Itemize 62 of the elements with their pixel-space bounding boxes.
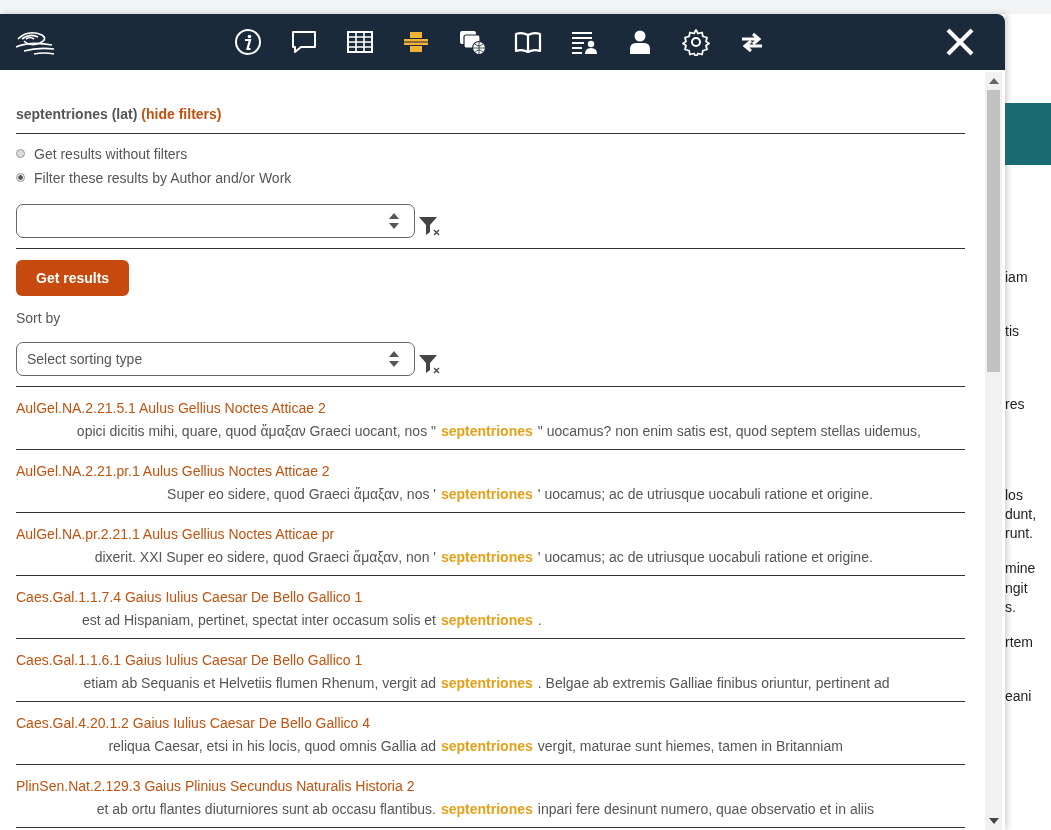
result-link[interactable]: Caes.Gal.1.1.6.1 Gaius Iulius Caesar De Bello Gallico 1 bbox=[16, 651, 965, 669]
keyword-text: septentriones bbox=[441, 674, 533, 692]
query-text: septentriones (lat) bbox=[16, 106, 138, 122]
context-text: vergit, maturae sunt hiemes, tamen in Britanniam bbox=[537, 737, 843, 755]
context-text: inpari fere desinunt numero, quae observatio et in aliis bbox=[537, 800, 874, 818]
text-fragment: mine bbox=[1005, 559, 1037, 578]
text-fragment: dunt, bbox=[1005, 505, 1038, 524]
scroll-up-icon[interactable] bbox=[988, 78, 999, 84]
result-link[interactable]: Caes.Gal.4.20.1.2 Gaius Iulius Caesar De Bello Gallico 4 bbox=[16, 714, 965, 732]
result-link[interactable]: AulGel.NA.2.21.5.1 Aulus Gellius Noctes Atticae 2 bbox=[16, 399, 965, 417]
result-link[interactable]: Caes.Gal.1.1.7.4 Gaius Iulius Caesar De Bello Gallico 1 bbox=[16, 588, 965, 606]
keyword-text: septentriones bbox=[441, 737, 533, 755]
result-link[interactable]: PlinSen.Nat.2.129.3 Gaius Plinius Secundus Naturalis Historia 2 bbox=[16, 777, 965, 795]
context-text: . Belgae ab extremis Galliae finibus oriuntur, pertinent ad bbox=[537, 674, 890, 692]
context-text: Super eo sidere, quod Graeci ἅμαξαν, nos ' bbox=[167, 485, 436, 503]
context-text: opici dicitis mihi, quare, quod ἅμαξαν Graeci uocant, nos " bbox=[76, 422, 436, 440]
context-text: dixerit. XXI Super eo sidere, quod Graeci ἅμαξαν, non ' bbox=[94, 548, 436, 566]
clear-filter-icon[interactable] bbox=[418, 352, 442, 376]
sort-arrows-icon bbox=[388, 350, 400, 368]
info-icon[interactable] bbox=[234, 28, 262, 56]
context-text: . bbox=[537, 611, 542, 629]
hide-filters-link[interactable]: (hide filters) bbox=[141, 106, 222, 122]
keyword-text: septentriones bbox=[441, 800, 533, 818]
speech-bubble-icon[interactable] bbox=[290, 28, 318, 56]
context-text: et ab ortu flantes diuturniores sunt ab occasu flantibus. bbox=[96, 800, 436, 818]
sort-label: Sort by bbox=[16, 310, 62, 328]
context-text: est ad Hispaniam, pertinet, spectat inter occasum solis et bbox=[81, 611, 436, 629]
scrollbar-thumb[interactable] bbox=[987, 90, 1000, 372]
result-link[interactable]: AulGel.NA.pr.2.21.1 Aulus Gellius Noctes Atticae pr bbox=[16, 525, 965, 543]
text-fragment: iam bbox=[1005, 268, 1029, 287]
settings-icon[interactable] bbox=[682, 28, 710, 56]
sort-select[interactable]: Select sorting type bbox=[16, 342, 415, 376]
text-fragment: runt. bbox=[1005, 524, 1034, 543]
keyword-text: septentriones bbox=[441, 485, 533, 503]
text-fragment: ngit bbox=[1005, 579, 1029, 598]
stacked-windows-icon[interactable] bbox=[458, 28, 486, 56]
scrollbar[interactable] bbox=[985, 72, 1002, 830]
result-link[interactable]: AulGel.NA.2.21.pr.1 Aulus Gellius Noctes Atticae 2 bbox=[16, 462, 965, 480]
radio-option[interactable]: Get results without filters bbox=[16, 144, 965, 163]
get-results-button[interactable]: Get results bbox=[16, 260, 130, 296]
keyword-text: septentriones bbox=[441, 548, 533, 566]
keyword-text: septentriones bbox=[441, 422, 533, 440]
text-fragment: eani bbox=[1005, 687, 1033, 706]
text-fragment: los bbox=[1005, 486, 1024, 505]
scroll-down-icon[interactable] bbox=[988, 818, 999, 824]
context-text: etiam ab Sequanis et Helvetiis flumen Rhenum, vergit ad bbox=[83, 674, 436, 692]
radio-option[interactable]: Filter these results by Author and/or Work bbox=[16, 168, 965, 187]
clear-filter-icon[interactable] bbox=[418, 214, 442, 238]
context-text: reliqua Caesar, etsi in his locis, quod omnis Gallia ad bbox=[108, 737, 436, 755]
text-fragment: rtem bbox=[1005, 633, 1034, 652]
text-fragment: s. bbox=[1005, 598, 1017, 617]
sort-arrows-icon bbox=[388, 212, 400, 230]
close-icon[interactable] bbox=[945, 27, 975, 57]
text-fragment: tis bbox=[1005, 322, 1020, 341]
banner-bar bbox=[1005, 103, 1051, 165]
table-icon[interactable] bbox=[346, 28, 374, 56]
text-fragment: res bbox=[1005, 395, 1026, 414]
author-work-select[interactable] bbox=[16, 204, 415, 238]
context-text: ' uocamus; ac de utriusque uocabuli ratione et origine. bbox=[537, 485, 873, 503]
context-text: ' uocamus; ac de utriusque uocabuli ratione et origine. bbox=[537, 548, 873, 566]
context-text: " uocamus? non enim satis est, quod septem stellas uidemus, bbox=[537, 422, 921, 440]
keyword-text: septentriones bbox=[441, 611, 533, 629]
